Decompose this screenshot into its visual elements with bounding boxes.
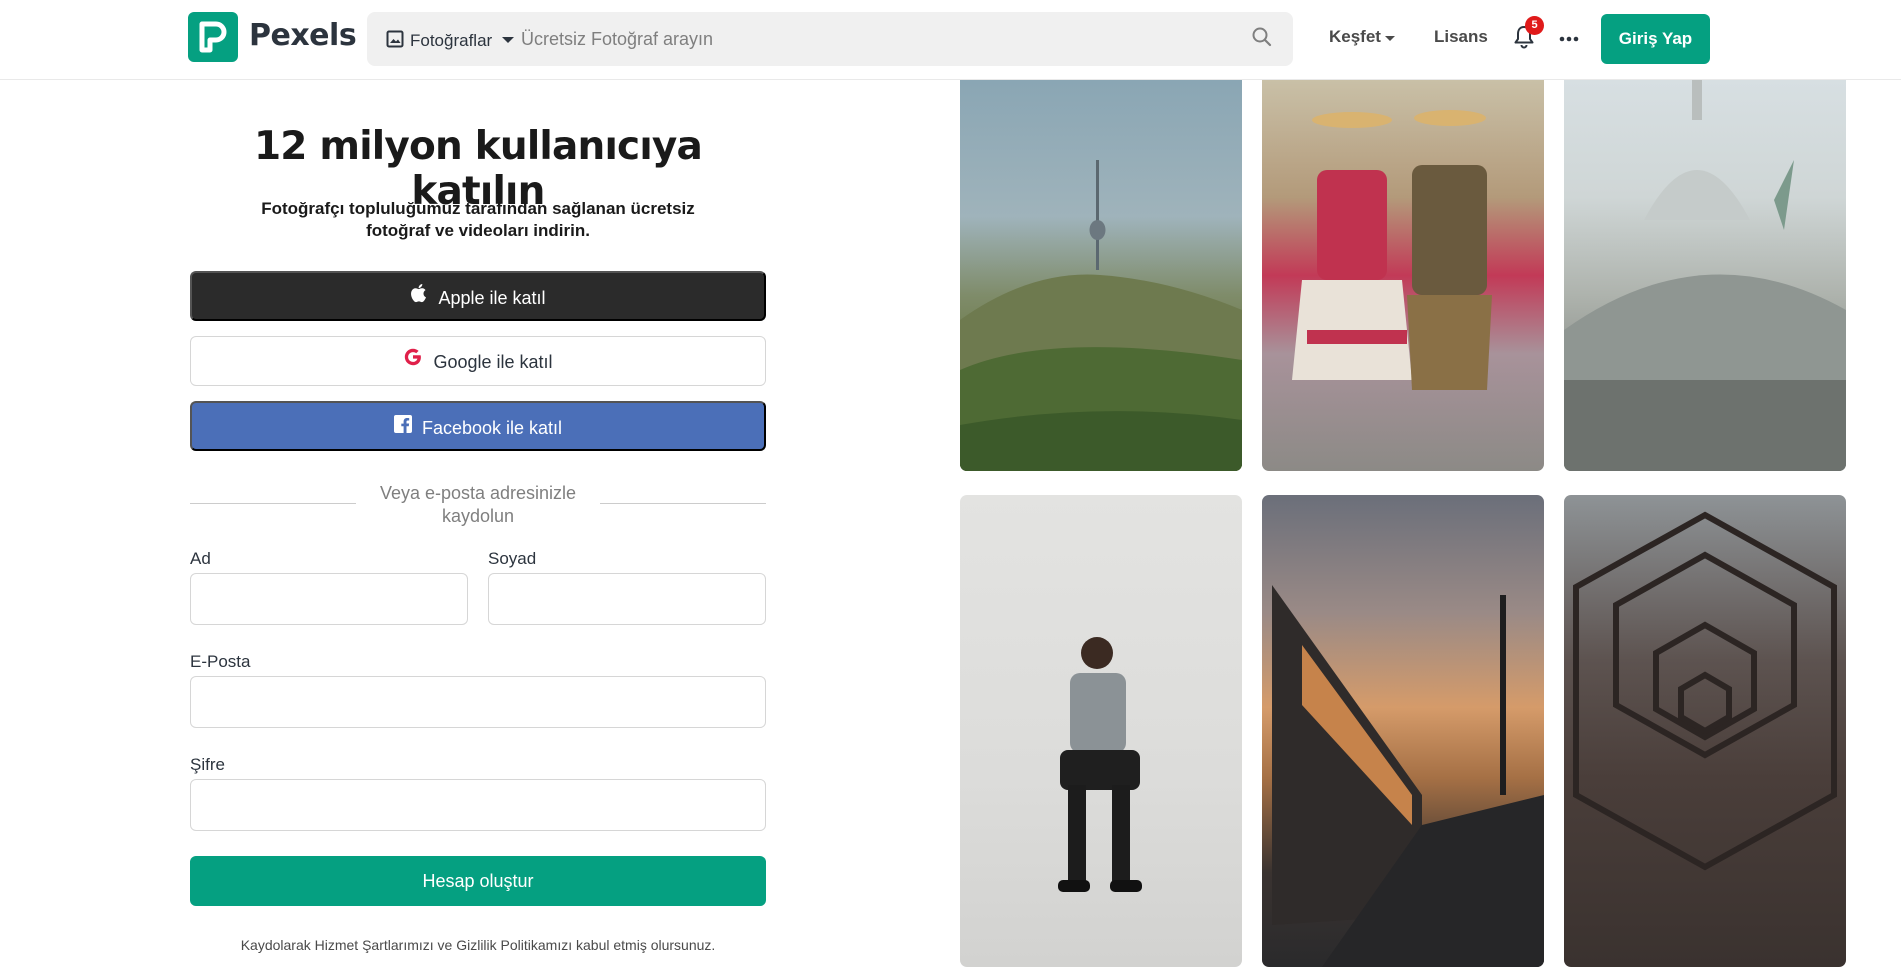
facebook-signup-button[interactable]: Facebook ile katıl bbox=[190, 401, 766, 451]
first-name-label: Ad bbox=[190, 549, 211, 568]
pexels-logo-icon[interactable] bbox=[188, 12, 238, 62]
chevron-down-icon[interactable] bbox=[1385, 36, 1395, 41]
last-name-label: Soyad bbox=[488, 549, 537, 568]
photo-tv-tower-hill[interactable] bbox=[960, 80, 1242, 471]
google-signup-button[interactable]: Google ile katıl bbox=[190, 336, 766, 386]
create-account-button[interactable]: Hesap oluştur bbox=[190, 856, 766, 906]
image-icon[interactable] bbox=[386, 30, 404, 53]
email-field[interactable] bbox=[190, 676, 766, 728]
apple-signup-button[interactable]: Apple ile katıl bbox=[190, 271, 766, 321]
photo-basilica-dome[interactable] bbox=[1564, 80, 1846, 471]
search-input[interactable] bbox=[521, 22, 1221, 56]
email-label: E-Posta bbox=[190, 652, 251, 671]
notification-badge: 5 bbox=[1525, 16, 1544, 35]
top-header: Pexels Fotoğraflar Keşfet Lisans 5 bbox=[0, 0, 1901, 80]
photo-man-seated[interactable] bbox=[960, 495, 1242, 967]
photo-train-sunset[interactable] bbox=[1262, 495, 1544, 967]
nav-license-link[interactable]: Lisans bbox=[1434, 27, 1488, 47]
apple-icon bbox=[410, 272, 428, 322]
password-label: Şifre bbox=[190, 755, 225, 774]
first-name-field[interactable] bbox=[190, 573, 468, 625]
google-icon bbox=[403, 336, 423, 386]
facebook-signup-label: Facebook ile katıl bbox=[421, 418, 563, 438]
search-bar: Fotoğraflar bbox=[367, 12, 1293, 66]
google-signup-label: Google ile katıl bbox=[433, 352, 553, 372]
facebook-icon bbox=[393, 402, 412, 452]
terms-text: Kaydolarak Hizmet Şartlarımızı ve Gizlil… bbox=[240, 937, 716, 953]
page-subtitle: Fotoğrafçı topluluğumuz tarafından sağla… bbox=[261, 199, 695, 240]
password-field[interactable] bbox=[190, 779, 766, 831]
divider-line bbox=[190, 503, 356, 504]
login-button[interactable]: Giriş Yap bbox=[1601, 14, 1710, 64]
photo-traditional-costumes[interactable] bbox=[1262, 80, 1544, 471]
apple-signup-label: Apple ile katıl bbox=[438, 288, 546, 308]
search-icon[interactable] bbox=[1251, 26, 1273, 53]
nav-explore-link[interactable]: Keşfet bbox=[1329, 27, 1381, 47]
chevron-down-icon[interactable] bbox=[502, 37, 514, 43]
divider-text: Veya e-posta adresinizle kaydolun bbox=[379, 483, 577, 526]
more-options-icon[interactable] bbox=[1559, 27, 1579, 56]
search-type-dropdown[interactable]: Fotoğraflar bbox=[410, 31, 492, 51]
logo-text[interactable]: Pexels bbox=[249, 18, 357, 53]
last-name-field[interactable] bbox=[488, 573, 766, 625]
divider-line bbox=[600, 503, 766, 504]
photo-honeycomb-staircase[interactable] bbox=[1564, 495, 1846, 967]
